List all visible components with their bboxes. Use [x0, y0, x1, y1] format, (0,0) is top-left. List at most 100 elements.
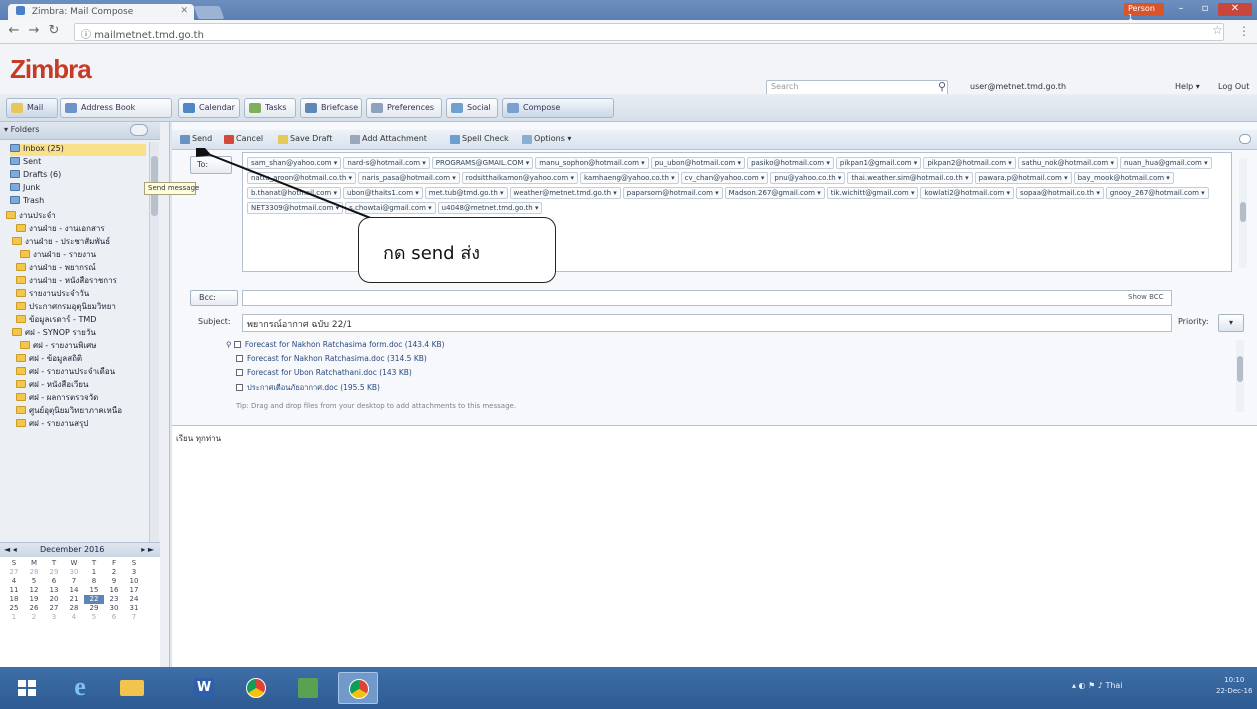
- tab-address-book[interactable]: Address Book: [60, 98, 172, 118]
- sidebar-folder-item[interactable]: ศฝ - SYNOP รายวัน: [12, 326, 146, 338]
- sidebar-folder-item[interactable]: ศฝ - รายงานพิเศษ: [20, 339, 146, 351]
- recipient-chip[interactable]: u4048@metnet.tmd.go.th ▾: [437, 202, 543, 214]
- calendar-day[interactable]: 7: [64, 577, 84, 586]
- recipient-chip[interactable]: sam_shan@yahoo.com ▾: [247, 157, 342, 169]
- help-link[interactable]: Help ▾: [1175, 82, 1200, 91]
- recipient-chip[interactable]: s.chowtai@gmail.com ▾: [345, 202, 436, 214]
- attachment-checkbox[interactable]: [236, 369, 243, 376]
- recipient-chip[interactable]: weather@metnet.tmd.go.th ▾: [509, 187, 621, 199]
- close-tab-icon[interactable]: ✕: [180, 6, 188, 16]
- attachments-scrollbar[interactable]: [1236, 340, 1244, 412]
- recipient-menu-icon[interactable]: ▾: [611, 189, 617, 197]
- recipient-chip[interactable]: kamhaeng@yahoo.co.th ▾: [580, 172, 679, 184]
- recipient-menu-icon[interactable]: ▾: [1094, 189, 1100, 197]
- recipient-chip[interactable]: PROGRAMS@GMAIL.COM ▾: [431, 157, 534, 169]
- calendar-day[interactable]: 27: [44, 604, 64, 613]
- sidebar-folder-item[interactable]: งานประจำ: [6, 209, 146, 221]
- calendar-day[interactable]: 12: [24, 586, 44, 595]
- browser-menu-icon[interactable]: ⋮: [1238, 24, 1250, 38]
- sidebar-folder-item[interactable]: ศฝ - หนังสือเวียน: [16, 378, 146, 390]
- recipient-menu-icon[interactable]: ▾: [1108, 159, 1114, 167]
- recipient-menu-icon[interactable]: ▾: [912, 159, 918, 167]
- photo-viewer-icon[interactable]: [288, 672, 328, 704]
- sidebar-folder-item[interactable]: Sent: [10, 157, 146, 169]
- file-explorer-icon[interactable]: [112, 672, 152, 704]
- cancel-button[interactable]: Cancel: [222, 133, 266, 147]
- calendar-day[interactable]: 4: [64, 613, 84, 622]
- recipient-chip[interactable]: pasiko@hotmail.com ▾: [747, 157, 834, 169]
- calendar-next-icon[interactable]: ▸ ►: [141, 545, 154, 554]
- logout-link[interactable]: Log Out: [1218, 82, 1249, 91]
- recipient-menu-icon[interactable]: ▾: [498, 189, 504, 197]
- calendar-day[interactable]: 28: [24, 568, 44, 577]
- recipient-chip[interactable]: thai.weather.sim@hotmail.co.th ▾: [847, 172, 973, 184]
- sidebar-folder-item[interactable]: งานฝ่าย - รายงาน: [20, 248, 146, 260]
- sidebar-folder-item[interactable]: ข้อมูลเรดาร์ - TMD: [16, 313, 146, 325]
- calendar-day[interactable]: 1: [84, 568, 104, 577]
- recipient-menu-icon[interactable]: ▾: [333, 204, 340, 212]
- recipient-menu-icon[interactable]: ▾: [346, 174, 353, 182]
- spell-check-button[interactable]: Spell Check: [448, 133, 512, 147]
- recipient-menu-icon[interactable]: ▾: [1202, 159, 1208, 167]
- message-body-editor[interactable]: เรียน ทุกท่าน: [172, 425, 1257, 667]
- calendar-day[interactable]: 25: [4, 604, 24, 613]
- attachment-item[interactable]: Forecast for Ubon Ratchathani.doc (143 K…: [236, 368, 412, 379]
- calendar-day[interactable]: 19: [24, 595, 44, 604]
- calendar-day[interactable]: 15: [84, 586, 104, 595]
- recipient-chip[interactable]: nattu_aroon@hotmail.co.th ▾: [247, 172, 357, 184]
- folders-header[interactable]: ▾ Folders: [0, 122, 160, 140]
- calendar-day[interactable]: 20: [44, 595, 64, 604]
- calendar-day[interactable]: 8: [84, 577, 104, 586]
- recipient-chip[interactable]: cv_chan@yahoo.com ▾: [680, 172, 769, 184]
- recipient-chip[interactable]: tik.wichitt@gmail.com ▾: [826, 187, 919, 199]
- calendar-day[interactable]: 16: [104, 586, 124, 595]
- add-attachment-button[interactable]: Add Attachment: [348, 133, 430, 147]
- recipient-menu-icon[interactable]: ▾: [824, 159, 830, 167]
- calendar-day[interactable]: 30: [104, 604, 124, 613]
- recipient-chip[interactable]: pikpan1@gmail.com ▾: [835, 157, 922, 169]
- scrollbar-thumb[interactable]: [1240, 202, 1246, 222]
- calendar-day[interactable]: 18: [4, 595, 24, 604]
- recipient-menu-icon[interactable]: ▾: [735, 159, 742, 167]
- calendar-day[interactable]: 3: [124, 568, 144, 577]
- calendar-day[interactable]: 6: [44, 577, 64, 586]
- sidebar-folder-item[interactable]: ศฝ - รายงานสรุป: [16, 417, 146, 429]
- recipient-menu-icon[interactable]: ▾: [669, 174, 675, 182]
- sidebar-folder-item[interactable]: รายงานประจำวัน: [16, 287, 146, 299]
- priority-dropdown[interactable]: ▾: [1218, 314, 1244, 332]
- recipient-chip[interactable]: pu_ubon@hotmail.com ▾: [650, 157, 746, 169]
- calendar-day[interactable]: 27: [4, 568, 24, 577]
- recipient-chip[interactable]: nuan_hua@gmail.com ▾: [1120, 157, 1212, 169]
- recipient-menu-icon[interactable]: ▾: [1004, 189, 1011, 197]
- attachment-checkbox[interactable]: [236, 384, 243, 391]
- calendar-day[interactable]: 17: [124, 586, 144, 595]
- recipient-chip[interactable]: nard-s@hotmail.com ▾: [343, 157, 430, 169]
- calendar-day[interactable]: 7: [124, 613, 144, 622]
- calendar-day[interactable]: 29: [44, 568, 64, 577]
- calendar-day[interactable]: 30: [64, 568, 84, 577]
- sidebar-folder-item[interactable]: งานฝ่าย - หนังสือราชการ: [16, 274, 146, 286]
- browser-tab[interactable]: Zimbra: Mail Compose ✕: [8, 4, 194, 21]
- recipient-chip[interactable]: rodsitthaikamon@yahoo.com ▾: [461, 172, 578, 184]
- recipient-chip[interactable]: manu_sophon@hotmail.com ▾: [535, 157, 649, 169]
- sidebar-folder-item[interactable]: Inbox (25): [10, 144, 146, 156]
- calendar-month[interactable]: December 2016: [40, 545, 104, 554]
- calendar-day[interactable]: 2: [24, 613, 44, 622]
- recipient-chip[interactable]: pnu@yahoo.co.th ▾: [770, 172, 846, 184]
- options-button[interactable]: Options ▾: [520, 133, 574, 147]
- recipient-chip[interactable]: bay_mook@hotmail.com ▾: [1073, 172, 1174, 184]
- save-draft-button[interactable]: Save Draft: [276, 133, 335, 147]
- recipient-chip[interactable]: NET3309@hotmail.com ▾: [247, 202, 344, 214]
- sidebar-folder-item[interactable]: Drafts (6): [10, 170, 146, 182]
- sidebar-folder-item[interactable]: งานฝ่าย - ประชาสัมพันธ์: [12, 235, 146, 247]
- recipient-menu-icon[interactable]: ▾: [332, 159, 338, 167]
- tab-tasks[interactable]: Tasks: [244, 98, 296, 118]
- recipient-chip[interactable]: ubon@thaits1.com ▾: [343, 187, 423, 199]
- calendar-day[interactable]: 2: [104, 568, 124, 577]
- tab-mail[interactable]: Mail: [6, 98, 58, 118]
- search-icon[interactable]: ⚲: [938, 80, 946, 93]
- detach-icon[interactable]: [1239, 134, 1251, 144]
- chrome-icon[interactable]: [236, 672, 276, 704]
- tab-social[interactable]: Social: [446, 98, 498, 118]
- recipient-chip[interactable]: met.tub@tmd.go.th ▾: [424, 187, 508, 199]
